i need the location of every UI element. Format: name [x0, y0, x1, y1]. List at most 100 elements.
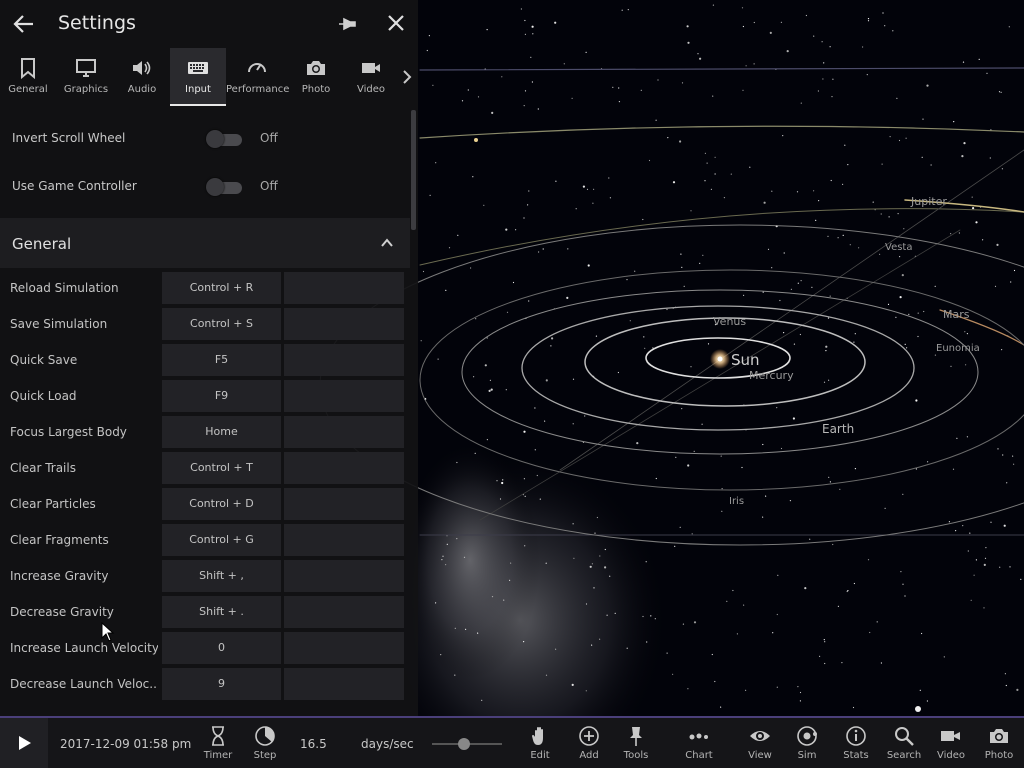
- star: [966, 333, 969, 335]
- keybinding-primary[interactable]: F9: [162, 380, 281, 412]
- keybinding-primary[interactable]: Control + D: [162, 488, 281, 520]
- keybinding-secondary[interactable]: [284, 308, 404, 340]
- edit-button[interactable]: Edit: [515, 718, 565, 768]
- star: [655, 477, 657, 480]
- invert-scroll-toggle[interactable]: [206, 130, 242, 148]
- tab-photo[interactable]: Photo: [290, 48, 342, 106]
- star: [650, 615, 652, 617]
- star: [697, 53, 699, 55]
- stats-button[interactable]: Stats: [831, 718, 881, 768]
- star: [745, 689, 747, 691]
- star: [779, 299, 781, 302]
- speedometer-icon: [248, 63, 266, 73]
- star: [832, 543, 834, 546]
- star: [531, 25, 534, 28]
- keybinding-name: Decrease Launch Veloc...: [10, 677, 158, 691]
- keybinding-primary[interactable]: Control + R: [162, 272, 281, 304]
- pin-tool-icon: [630, 727, 642, 746]
- keybinding-primary[interactable]: Control + G: [162, 524, 281, 556]
- view-button[interactable]: View: [735, 718, 785, 768]
- tab-video[interactable]: Video: [344, 48, 398, 106]
- keybinding-secondary[interactable]: [284, 452, 404, 484]
- photo-button[interactable]: Photo: [974, 718, 1024, 768]
- tab-audio[interactable]: Audio: [116, 48, 168, 106]
- keybinding-primary[interactable]: F5: [162, 344, 281, 376]
- search-icon: [895, 727, 914, 746]
- star: [799, 333, 802, 336]
- star: [712, 95, 714, 97]
- keybinding-secondary[interactable]: [284, 524, 404, 556]
- tab-input[interactable]: Input: [170, 48, 226, 106]
- star: [969, 532, 971, 534]
- tools-button[interactable]: Tools: [611, 718, 661, 768]
- video-button[interactable]: Video: [926, 718, 976, 768]
- star: [545, 562, 547, 564]
- keybinding-secondary[interactable]: [284, 272, 404, 304]
- keybinding-primary[interactable]: Shift + ,: [162, 560, 281, 592]
- star: [896, 97, 898, 99]
- star: [486, 337, 488, 339]
- star: [830, 179, 832, 182]
- keybinding-secondary[interactable]: [284, 416, 404, 448]
- jupiter-label[interactable]: Jupiter: [911, 195, 947, 208]
- play-button[interactable]: [0, 718, 48, 768]
- star: [953, 121, 955, 123]
- search-button[interactable]: Search: [879, 718, 929, 768]
- section-header-general[interactable]: General: [0, 218, 410, 268]
- keybinding-secondary[interactable]: [284, 596, 404, 628]
- star: [528, 300, 530, 302]
- star: [456, 461, 458, 464]
- keybinding-secondary[interactable]: [284, 632, 404, 664]
- star: [917, 335, 919, 338]
- scrollbar[interactable]: [411, 110, 416, 230]
- tab-general[interactable]: General: [0, 48, 56, 106]
- keybinding-secondary[interactable]: [284, 560, 404, 592]
- simulation-date[interactable]: 2017-12-09 01:58 pm: [60, 737, 191, 751]
- tab-graphics[interactable]: Graphics: [58, 48, 114, 106]
- keybinding-secondary[interactable]: [284, 344, 404, 376]
- mercury-label[interactable]: Mercury: [749, 369, 794, 382]
- close-icon[interactable]: [385, 12, 407, 34]
- keybinding-primary[interactable]: Control + T: [162, 452, 281, 484]
- back-arrow-icon[interactable]: [11, 11, 37, 37]
- venus-label[interactable]: Venus: [713, 315, 746, 328]
- chart-button[interactable]: Chart: [674, 718, 724, 768]
- star: [440, 654, 442, 656]
- keybinding-primary[interactable]: 0: [162, 632, 281, 664]
- star: [428, 35, 430, 37]
- sim-button[interactable]: Sim: [782, 718, 832, 768]
- star: [448, 247, 451, 249]
- keybinding-primary[interactable]: Shift + .: [162, 596, 281, 628]
- step-button[interactable]: Step: [240, 718, 290, 768]
- star: [599, 555, 601, 557]
- star: [699, 57, 702, 60]
- star: [780, 447, 783, 450]
- keybinding-primary[interactable]: Control + S: [162, 308, 281, 340]
- add-button[interactable]: Add: [564, 718, 614, 768]
- keybinding-primary[interactable]: 9: [162, 668, 281, 700]
- keybinding-secondary[interactable]: [284, 488, 404, 520]
- mars-label[interactable]: Mars: [943, 308, 970, 321]
- earth-label[interactable]: Earth: [822, 422, 854, 436]
- vesta-label[interactable]: Vesta: [885, 242, 912, 253]
- game-controller-toggle[interactable]: [206, 178, 242, 196]
- keybinding-primary[interactable]: Home: [162, 416, 281, 448]
- chevron-up-icon[interactable]: [380, 236, 394, 250]
- sun-label[interactable]: Sun: [731, 351, 760, 369]
- eunomia-label[interactable]: Eunomia: [936, 343, 980, 354]
- time-rate-unit[interactable]: days/sec: [361, 737, 414, 751]
- keybinding-secondary[interactable]: [284, 668, 404, 700]
- star: [972, 207, 975, 210]
- iris-label[interactable]: Iris: [729, 496, 744, 507]
- star: [921, 632, 923, 635]
- hand-icon: [532, 727, 543, 745]
- tab-performance[interactable]: Performance: [226, 48, 289, 106]
- keybinding-secondary[interactable]: [284, 380, 404, 412]
- timer-button[interactable]: Timer: [193, 718, 243, 768]
- keybinding-name: Save Simulation: [10, 317, 108, 331]
- chevron-right-icon[interactable]: [400, 68, 414, 86]
- pin-icon[interactable]: [336, 13, 358, 35]
- slider-knob[interactable]: [458, 738, 470, 750]
- star: [648, 159, 651, 162]
- speed-slider[interactable]: [432, 737, 502, 751]
